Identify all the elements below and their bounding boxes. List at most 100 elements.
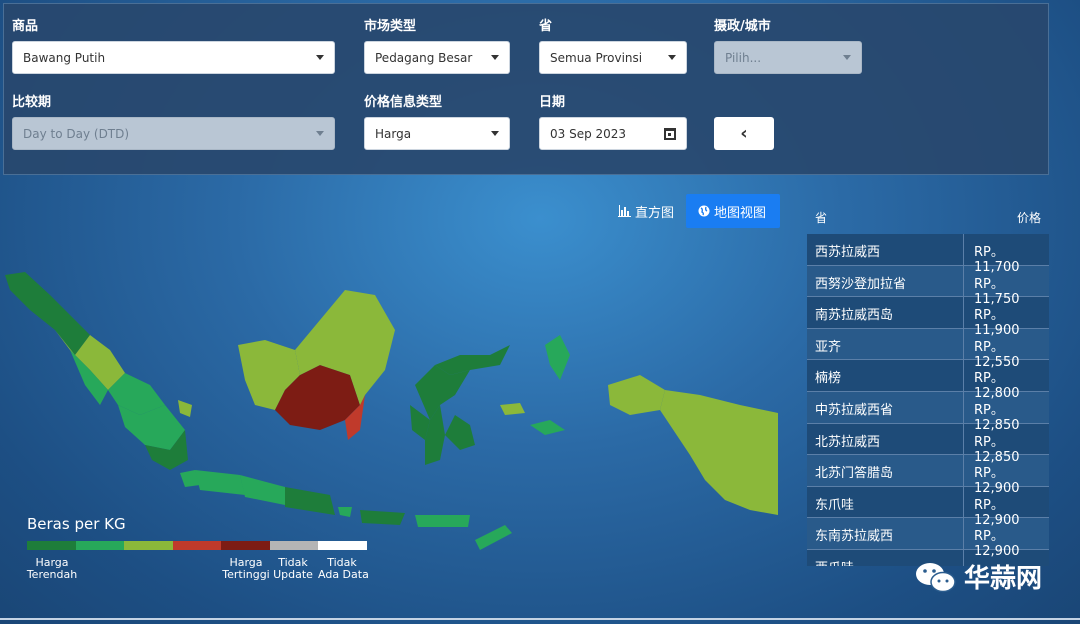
globe-icon (698, 205, 710, 217)
map-view-button[interactable]: 地图视图 (686, 194, 780, 228)
market-type-value: Pedagang Besar (375, 50, 473, 65)
compare-period-select[interactable]: Day to Day (DTD) (12, 117, 335, 150)
commodity-label: 商品 (12, 19, 39, 34)
row-province: 亚齐 (807, 328, 964, 360)
row-price: RP。12,850 (974, 434, 1020, 465)
date-label: 日期 (539, 95, 566, 110)
row-province: 北苏拉威西 (807, 423, 964, 455)
regency-placeholder: Pilih... (725, 50, 762, 65)
histogram-label: 直方图 (635, 205, 675, 221)
province-papua[interactable] (660, 390, 778, 515)
price-column-header: 价格 (1016, 211, 1041, 225)
price-table[interactable]: 西苏拉威西 RP。11,700 西努沙登加拉省 RP。11,750 南苏拉威西岛 RP… (807, 234, 1049, 566)
table-row[interactable]: 中苏拉威西省 RP。12,850 (807, 391, 1049, 433)
row-price: RP。11,700 (974, 245, 1020, 275)
chevron-down-icon (316, 55, 324, 60)
price-info-type-value: Harga (375, 126, 412, 141)
chevron-down-icon (843, 55, 851, 60)
province-east-nusa-tenggara[interactable] (415, 515, 470, 527)
row-province: 西苏拉威西 (807, 234, 964, 265)
bottom-divider (0, 618, 1080, 620)
province-central-java[interactable] (240, 475, 285, 505)
row-price: RP。12,800 (974, 371, 1020, 402)
chevron-down-icon (668, 55, 676, 60)
legend-lowest-swatch (27, 541, 76, 550)
chevron-down-icon (316, 131, 324, 136)
regency-select[interactable]: Pilih... (714, 41, 862, 74)
row-price: RP。11,750 (974, 276, 1020, 307)
table-row[interactable]: 东爪哇 RP。12,900 (807, 486, 1049, 528)
calendar-icon[interactable] (664, 127, 676, 140)
legend-no-data-swatch (318, 541, 367, 550)
chevron-left-icon: ‹ (740, 123, 748, 144)
legend-low-swatch (75, 541, 124, 550)
legend-not-updated-swatch (269, 541, 318, 550)
table-row[interactable]: 亚齐 RP。12,550 (807, 328, 1049, 370)
table-row[interactable]: 西努沙登加拉省 RP。11,750 (807, 265, 1049, 307)
row-province: 南苏拉威西岛 (807, 297, 964, 328)
province-label: 省 (539, 19, 553, 34)
chevron-down-icon (491, 55, 499, 60)
province-column-header: 省 (815, 211, 828, 225)
table-row[interactable]: 北苏拉威西 RP。12,850 (807, 423, 1049, 465)
table-row[interactable]: 楠榜 RP。12,800 (807, 360, 1049, 402)
market-type-select[interactable]: Pedagang Besar (364, 41, 510, 74)
histogram-view-button[interactable]: 直方图 (606, 194, 686, 228)
row-province: 西努沙登加拉省 (807, 265, 964, 297)
province-value: Semua Provinsi (550, 50, 643, 65)
province-southeast-sulawesi[interactable] (445, 415, 475, 450)
legend-color-bar (27, 541, 367, 550)
row-province: 东爪哇 (807, 486, 964, 518)
bar-chart-icon (618, 205, 631, 217)
legend-title: Beras per KG (27, 515, 126, 533)
table-row[interactable]: 北苏门答腊岛 RP。12,900 (807, 455, 1049, 497)
legend-mid-swatch (124, 541, 173, 550)
row-price: RP。12,900 (974, 497, 1020, 528)
price-info-type-select[interactable]: Harga (364, 117, 510, 150)
compare-period-value: Day to Day (DTD) (23, 126, 130, 141)
legend-lowest-label: Harga Terendah (26, 556, 78, 581)
row-price: RP。12,900 (974, 466, 1020, 497)
province-west-nusa-tenggara[interactable] (360, 510, 405, 525)
back-button[interactable]: ‹ (714, 117, 774, 150)
province-select[interactable]: Semua Provinsi (539, 41, 687, 74)
buru-island (500, 403, 525, 415)
row-province: 北苏门答腊岛 (807, 455, 964, 486)
regency-label: 摄政/城市 (714, 19, 771, 34)
table-row[interactable]: 西苏拉威西 RP。11,700 (807, 234, 1049, 275)
compare-period-label: 比较期 (12, 95, 52, 110)
province-south-sumatra[interactable] (118, 405, 185, 450)
map-view-label: 地图视图 (714, 205, 767, 221)
timor-island (475, 525, 512, 550)
indonesia-map (0, 255, 785, 555)
province-north-sulawesi[interactable] (435, 345, 510, 375)
watermark-text: 华蒜网 (964, 564, 1043, 594)
province-east-java[interactable] (285, 487, 335, 515)
province-west-papua[interactable] (608, 375, 665, 415)
date-input[interactable]: 03 Sep 2023 (539, 117, 687, 150)
province-maluku[interactable] (530, 420, 565, 435)
row-price: RP。11,900 (974, 308, 1020, 339)
date-value: 03 Sep 2023 (550, 126, 627, 141)
province-north-maluku[interactable] (545, 335, 570, 380)
legend-no-data-label: Tidak Ada Data (318, 556, 369, 581)
table-row[interactable]: 南苏拉威西岛 RP。11,900 (807, 297, 1049, 339)
province-central-sulawesi[interactable] (415, 365, 470, 420)
province-aceh[interactable] (5, 272, 90, 355)
row-province: 楠榜 (807, 360, 964, 391)
province-west-java[interactable] (195, 470, 245, 495)
table-row[interactable]: 东南苏拉威西 RP。12,900 (807, 518, 1049, 560)
chevron-down-icon (491, 131, 499, 136)
price-info-type-label: 价格信息类型 (364, 95, 443, 110)
row-province: 中苏拉威西省 (807, 391, 964, 423)
legend-highest-swatch (221, 541, 270, 550)
bangka-island (178, 400, 192, 417)
row-price: RP。12,900 (974, 529, 1020, 560)
watermark: 华蒜网 (914, 558, 1042, 595)
row-price: RP。12,850 (974, 402, 1020, 433)
price-table-header: 省 价格 (807, 200, 1049, 232)
province-bali[interactable] (338, 507, 352, 517)
market-type-label: 市场类型 (364, 19, 417, 34)
commodity-select[interactable]: Bawang Putih (12, 41, 335, 74)
legend-not-updated-label: Tidak Update (273, 556, 313, 581)
